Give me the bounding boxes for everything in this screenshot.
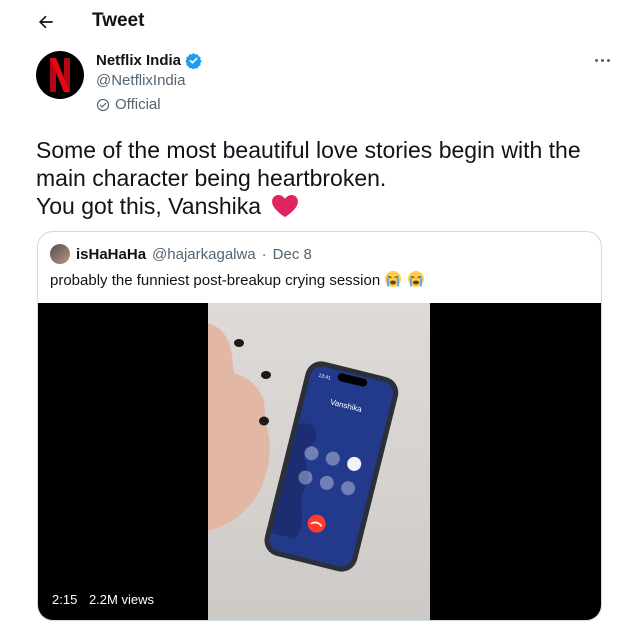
quote-author-name[interactable]: isHaHaHa [76, 246, 146, 263]
phone: 13:41 Vanshika [264, 361, 399, 572]
top-header: Tweet [0, 0, 637, 44]
verified-badge-icon [185, 53, 202, 69]
tweet-line: You got this, Vanshika [36, 193, 262, 219]
red-heart-icon [272, 195, 299, 217]
video-frame: 13:41 Vanshika [208, 303, 430, 620]
quote-text-content: probably the funniest post-breakup cryin… [50, 272, 381, 289]
more-options-button[interactable] [589, 50, 615, 70]
tweet-text: Some of the most beautiful love stories … [36, 136, 616, 220]
quote-header: isHaHaHa @hajarkagalwa · Dec 8 [50, 244, 312, 264]
crying-emoji-icon [385, 271, 402, 287]
back-button[interactable] [32, 8, 60, 36]
author-handle[interactable]: @NetflixIndia [96, 72, 202, 89]
video-stats: 2:15 2.2M views [52, 592, 154, 607]
quote-text: probably the funniest post-breakup cryin… [50, 270, 425, 289]
quoted-tweet[interactable]: isHaHaHa @hajarkagalwa · Dec 8 probably … [37, 231, 602, 621]
official-text: Official [115, 96, 161, 113]
official-check-icon [96, 98, 110, 111]
more-dots-icon [594, 58, 598, 62]
fingernail [259, 416, 269, 426]
crying-emoji-icon [407, 271, 424, 287]
tweet-line-last: You got this, Vanshika [36, 192, 616, 220]
author-avatar[interactable] [36, 51, 84, 99]
quote-separator: · [261, 245, 267, 263]
quote-date[interactable]: Dec 8 [273, 246, 312, 263]
video-thumbnail: 13:41 Vanshika [208, 323, 399, 572]
quote-avatar[interactable] [50, 244, 70, 264]
back-arrow-icon [38, 15, 53, 29]
video-views: 2.2M views [88, 592, 154, 607]
quote-handle[interactable]: @hajarkagalwa [152, 246, 256, 263]
fingernail [234, 339, 244, 347]
video-duration: 2:15 [52, 592, 78, 607]
page-title: Tweet [92, 10, 145, 31]
hand [208, 323, 270, 531]
tweet-line: main character being heartbroken. [36, 165, 387, 191]
netflix-logo-icon [50, 58, 70, 92]
video-player[interactable]: 13:41 Vanshika 2:15 2.2M views [38, 303, 601, 620]
fingernail [261, 371, 271, 379]
author-info: Netflix India @NetflixIndia Official [96, 52, 202, 113]
tweet-line: Some of the most beautiful love stories … [36, 137, 581, 163]
official-label: Official [96, 96, 202, 113]
author-name[interactable]: Netflix India [96, 52, 181, 69]
